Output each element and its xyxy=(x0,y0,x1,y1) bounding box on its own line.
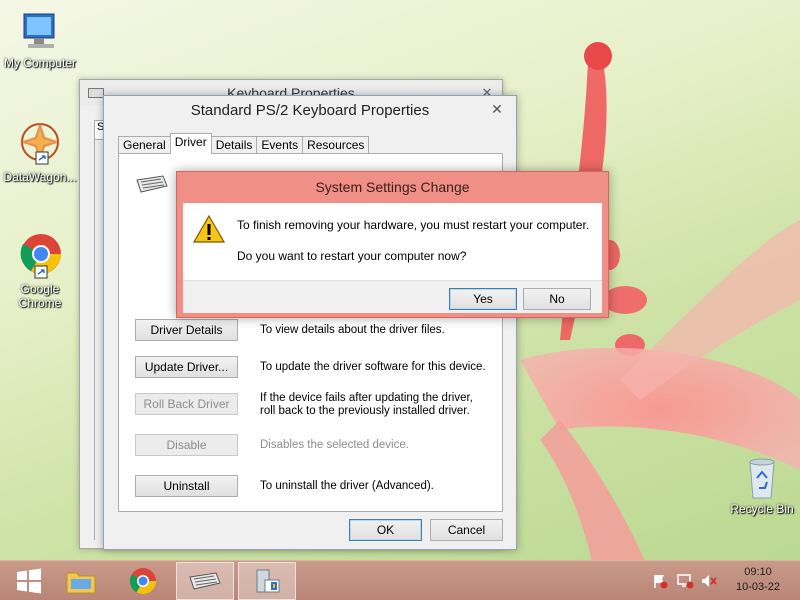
keyboard-icon xyxy=(189,572,221,590)
dialog-body: To finish removing your hardware, you mu… xyxy=(183,203,602,280)
device-properties-window[interactable]: Standard PS/2 Keyboard Properties ✕ Gene… xyxy=(103,95,517,550)
computer-icon xyxy=(23,13,55,48)
desktop-icon-recycle-bin[interactable]: Recycle Bin xyxy=(722,456,800,516)
network-icon[interactable] xyxy=(676,573,694,589)
clock-date: 10-03-22 xyxy=(735,581,781,593)
roll-back-driver-description: If the device fails after updating the d… xyxy=(260,392,473,417)
clock-time: 09:10 xyxy=(744,566,772,578)
taskbar-file-explorer[interactable] xyxy=(52,562,110,600)
uninstall-description: To uninstall the driver (Advanced). xyxy=(260,480,434,492)
desktop-icon-google-chrome[interactable]: Google Chrome xyxy=(0,232,80,310)
recycle-bin-icon xyxy=(749,458,775,499)
tab-driver[interactable]: Driver xyxy=(169,133,212,154)
datawagon-logo-icon xyxy=(20,122,60,165)
disable-button[interactable]: Disable xyxy=(135,434,238,456)
keyboard-small-icon xyxy=(88,88,104,98)
warning-icon xyxy=(193,214,225,243)
chrome-icon xyxy=(129,568,157,595)
device-manager-icon xyxy=(256,569,280,593)
roll-back-driver-button[interactable]: Roll Back Driver xyxy=(135,393,238,415)
windows-logo-icon xyxy=(17,568,41,594)
action-center-flag-icon[interactable] xyxy=(652,573,668,589)
tab-events[interactable]: Events xyxy=(256,136,304,154)
dialog-button-bar: Yes No xyxy=(183,280,602,313)
volume-muted-icon[interactable] xyxy=(700,573,718,589)
ok-button[interactable]: OK xyxy=(349,519,422,541)
system-settings-change-dialog[interactable]: System Settings Change To finish removin… xyxy=(176,171,609,318)
keyboard-icon xyxy=(136,175,168,193)
start-button[interactable] xyxy=(0,562,58,600)
uninstall-button[interactable]: Uninstall xyxy=(135,475,238,497)
desktop-icon-label: Recycle Bin xyxy=(730,502,794,516)
taskbar-system-settings[interactable] xyxy=(238,562,296,600)
clock[interactable]: 09:10 10-03-22 xyxy=(728,565,788,595)
driver-details-button[interactable]: Driver Details xyxy=(135,319,238,341)
window-title: Standard PS/2 Keyboard Properties xyxy=(190,102,430,119)
desktop-icon-my-computer[interactable]: My Computer xyxy=(0,10,80,70)
folder-icon xyxy=(66,572,96,594)
desktop-icon-datawagon[interactable]: DataWagon... xyxy=(0,120,80,184)
taskbar: 09:10 10-03-22 xyxy=(0,560,800,600)
update-driver-description: To update the driver software for this d… xyxy=(260,361,486,373)
no-button[interactable]: No xyxy=(523,288,591,310)
tab-resources[interactable]: Resources xyxy=(302,136,370,154)
desktop-icon-label: Google Chrome xyxy=(18,282,62,310)
tab-details[interactable]: Details xyxy=(210,136,258,154)
taskbar-chrome[interactable] xyxy=(114,562,172,600)
close-button[interactable]: ✕ xyxy=(486,100,508,118)
update-driver-button[interactable]: Update Driver... xyxy=(135,356,238,378)
chrome-icon xyxy=(20,234,61,279)
cancel-button[interactable]: Cancel xyxy=(430,519,503,541)
dialog-message-primary: To finish removing your hardware, you mu… xyxy=(237,218,590,232)
dialog-message-question: Do you want to restart your computer now… xyxy=(237,249,467,263)
tab-general[interactable]: General xyxy=(118,136,171,154)
dialog-title: System Settings Change xyxy=(315,179,470,195)
yes-button[interactable]: Yes xyxy=(449,288,517,310)
desktop-icon-label: My Computer xyxy=(3,56,77,70)
desktop-icon-label: DataWagon... xyxy=(3,170,77,184)
taskbar-keyboard-properties[interactable] xyxy=(176,562,234,600)
tab-strip: General Driver Details Events Resources xyxy=(118,133,370,154)
disable-description: Disables the selected device. xyxy=(260,439,409,451)
driver-details-description: To view details about the driver files. xyxy=(260,324,445,336)
